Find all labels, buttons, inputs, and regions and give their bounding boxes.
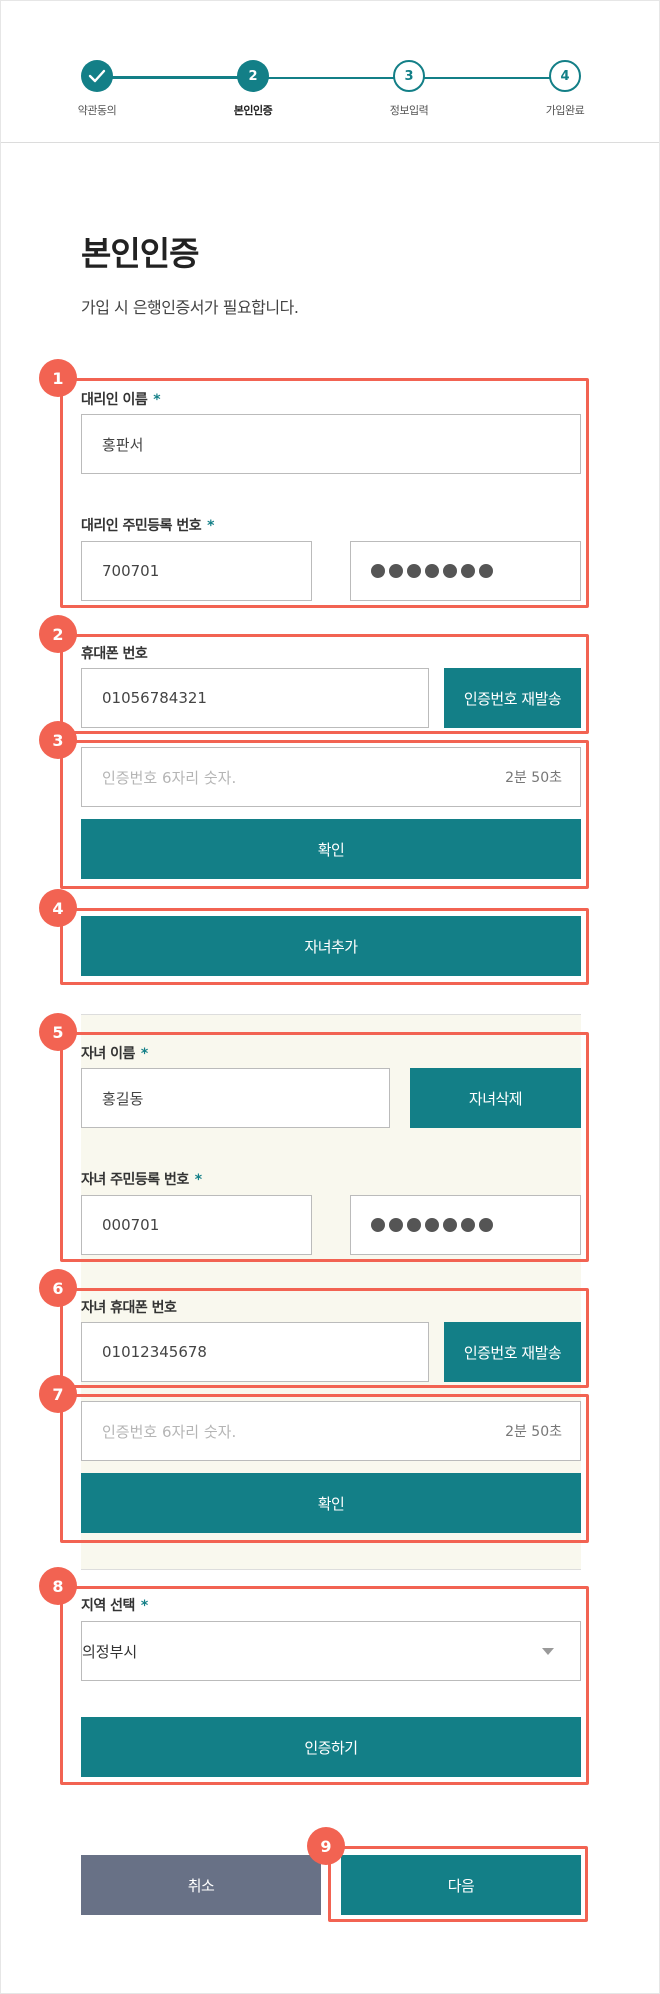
- step-2: 2 본인인증: [198, 60, 308, 118]
- annotation-box: [60, 740, 589, 889]
- annotation-badge: 1: [39, 359, 77, 397]
- step-number: 4: [549, 60, 581, 92]
- step-label: 본인인증: [233, 104, 273, 117]
- page: 약관동의 2 본인인증 3 정보입력 4 가입완료 본인인증 가입 시 은행인증…: [0, 0, 660, 1994]
- page-description: 가입 시 은행인증서가 필요합니다.: [81, 298, 299, 317]
- annotation-badge: 2: [39, 615, 77, 653]
- check-icon: [81, 60, 113, 92]
- step-4: 4 가입완료: [510, 60, 620, 118]
- annotation-badge: 3: [39, 721, 77, 759]
- progress-stepper: 약관동의 2 본인인증 3 정보입력 4 가입완료: [1, 1, 659, 143]
- step-label: 약관동의: [77, 104, 117, 117]
- annotation-badge: 6: [39, 1269, 77, 1307]
- step-number: 3: [393, 60, 425, 92]
- annotation-badge: 4: [39, 889, 77, 927]
- annotation-box: [60, 634, 589, 734]
- step-1: 약관동의: [42, 60, 152, 118]
- annotation-box: [60, 1394, 589, 1543]
- annotation-badge: 5: [39, 1013, 77, 1051]
- step-3: 3 정보입력: [354, 60, 464, 118]
- annotation-box: [328, 1846, 588, 1922]
- annotation-box: [60, 908, 589, 985]
- annotation-box: [60, 1288, 589, 1388]
- step-number: 2: [237, 60, 269, 92]
- step-label: 가입완료: [545, 104, 585, 117]
- annotation-badge: 9: [307, 1827, 345, 1865]
- annotation-badge: 8: [39, 1567, 77, 1605]
- annotation-box: [60, 378, 589, 608]
- step-label: 정보입력: [389, 104, 429, 117]
- cancel-button[interactable]: 취소: [81, 1855, 321, 1915]
- annotation-box: [60, 1586, 589, 1785]
- page-title: 본인인증: [81, 234, 199, 273]
- annotation-box: [60, 1032, 589, 1262]
- annotation-badge: 7: [39, 1375, 77, 1413]
